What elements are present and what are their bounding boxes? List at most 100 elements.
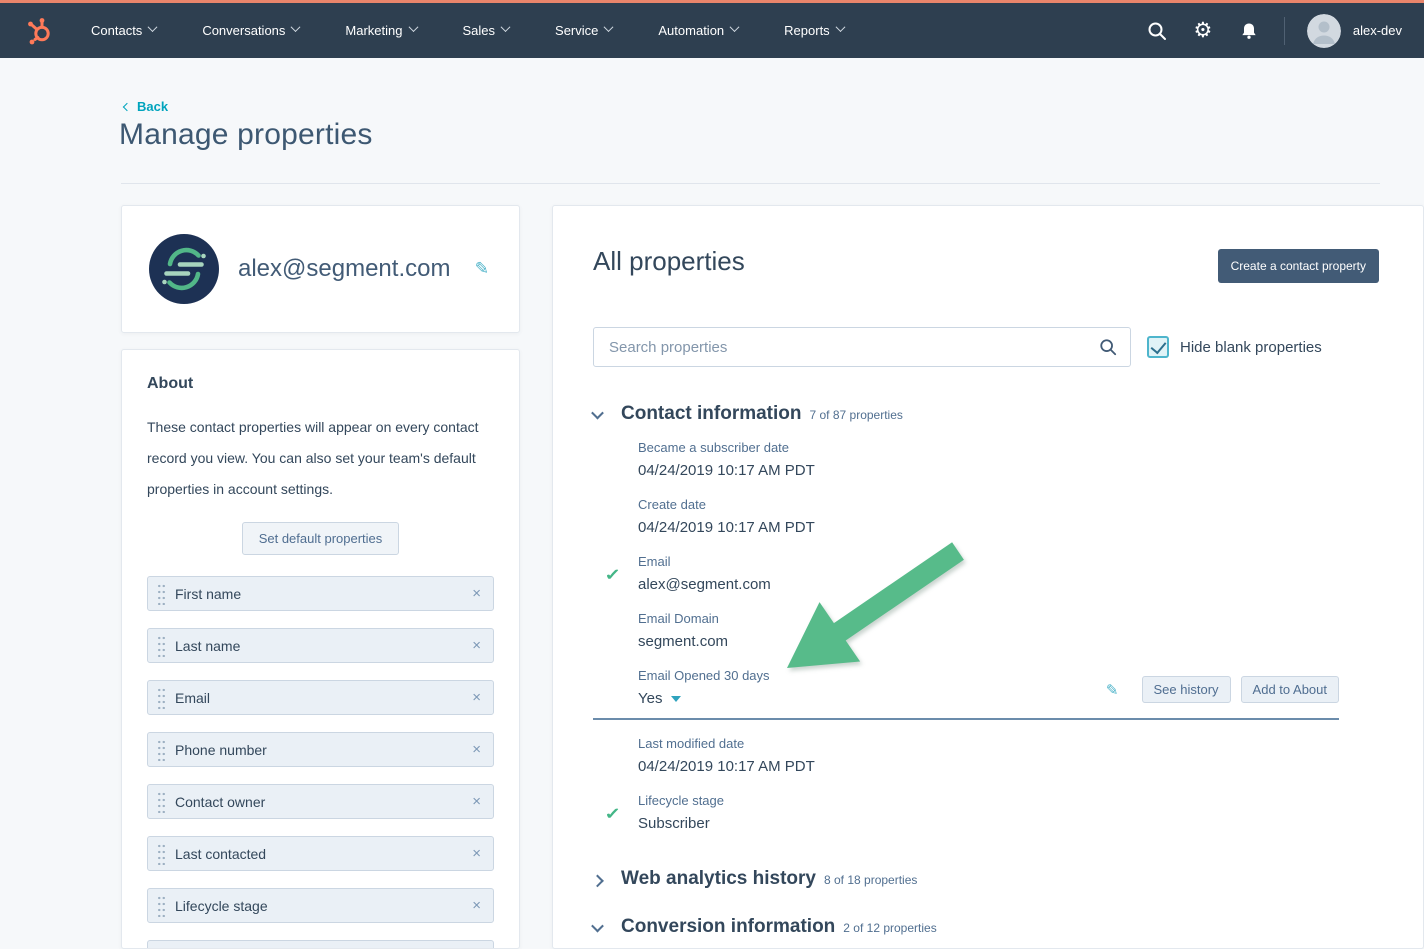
default-property-item-first-name[interactable]: First name× <box>147 576 494 611</box>
avatar[interactable] <box>1307 14 1341 48</box>
section-name: Conversion information <box>621 916 835 938</box>
nav-item-reports[interactable]: Reports <box>761 3 867 58</box>
back-label: Back <box>137 99 168 114</box>
hubspot-logo[interactable] <box>26 16 54 46</box>
property-value-text: 04/24/2019 10:17 AM PDT <box>638 757 815 777</box>
property-value: 04/24/2019 10:17 AM PDT <box>638 757 1339 777</box>
remove-icon[interactable]: × <box>472 638 481 653</box>
chevron-down-icon <box>408 22 418 32</box>
remove-icon[interactable]: × <box>472 586 481 601</box>
see-history-button[interactable]: See history <box>1142 676 1231 703</box>
property-row-lifecycle-stage: ✓Lifecycle stageSubscriber <box>593 793 1339 834</box>
hide-blank-checkbox[interactable] <box>1147 336 1169 358</box>
gear-icon[interactable]: ⚙ <box>1192 20 1214 42</box>
remove-icon[interactable]: × <box>472 846 481 861</box>
drag-handle-icon[interactable] <box>157 582 166 605</box>
search-properties-input[interactable] <box>593 327 1131 367</box>
remove-icon[interactable]: × <box>472 690 481 705</box>
title-divider <box>121 183 1380 184</box>
nav-item-label: Automation <box>658 23 724 38</box>
default-property-label: Contact owner <box>175 794 472 810</box>
default-property-label: Phone number <box>175 742 472 758</box>
default-property-item-email[interactable]: Email× <box>147 680 494 715</box>
all-properties-card: All properties Create a contact property… <box>552 205 1424 949</box>
default-property-item-last-contacted[interactable]: Last contacted× <box>147 836 494 871</box>
default-property-item-last-name[interactable]: Last name× <box>147 628 494 663</box>
default-property-item-partial[interactable]: × <box>147 940 494 949</box>
set-default-properties-button[interactable]: Set default properties <box>242 522 400 555</box>
property-value: Subscriber <box>638 814 1339 834</box>
profile-card: alex@segment.com ✎ <box>121 205 520 333</box>
property-label: Email <box>638 554 1339 570</box>
nav-item-sales[interactable]: Sales <box>440 3 533 58</box>
section-header-web-analytics-history[interactable]: Web analytics history 8 of 18 properties <box>593 868 1339 890</box>
edit-pencil-icon[interactable]: ✎ <box>475 259 489 279</box>
add-to-about-button[interactable]: Add to About <box>1241 676 1339 703</box>
all-properties-title: All properties <box>593 246 745 277</box>
nav-item-label: Service <box>555 23 598 38</box>
drag-handle-icon[interactable] <box>157 738 166 761</box>
nav-item-contacts[interactable]: Contacts <box>68 3 179 58</box>
default-property-item-phone-number[interactable]: Phone number× <box>147 732 494 767</box>
section-header-contact-information[interactable]: Contact information 7 of 87 properties <box>593 403 1339 425</box>
chevron-right-icon[interactable] <box>593 875 611 884</box>
drag-handle-icon[interactable] <box>157 894 166 917</box>
drag-handle-icon[interactable] <box>157 686 166 709</box>
search-icon[interactable] <box>1146 20 1168 42</box>
section-name: Contact information <box>621 403 802 425</box>
property-row-email-domain: Email Domain segment.com <box>593 611 1339 652</box>
property-label: Lifecycle stage <box>638 793 1339 809</box>
nav-item-label: Contacts <box>91 23 142 38</box>
drag-handle-icon[interactable] <box>157 790 166 813</box>
nav-item-label: Marketing <box>345 23 402 38</box>
default-property-item-contact-owner[interactable]: Contact owner× <box>147 784 494 819</box>
nav-divider <box>1284 17 1285 45</box>
section-name: Web analytics history <box>621 868 816 890</box>
property-value-text: alex@segment.com <box>638 575 771 595</box>
nav-right-cluster: ⚙ alex-dev <box>1122 14 1402 48</box>
chevron-down-icon <box>148 22 158 32</box>
edit-pencil-icon[interactable]: ✎ <box>1106 681 1119 699</box>
property-label: Email Domain <box>638 611 1339 627</box>
back-link[interactable]: Back <box>124 99 168 114</box>
nav-item-label: Sales <box>463 23 496 38</box>
section-count: 7 of 87 properties <box>810 408 903 422</box>
remove-icon[interactable]: × <box>472 794 481 809</box>
property-row-create-date: Create date04/24/2019 10:17 AM PDT <box>593 497 1339 538</box>
nav-item-automation[interactable]: Automation <box>635 3 761 58</box>
bell-icon[interactable] <box>1238 20 1260 42</box>
property-value: 04/24/2019 10:17 AM PDT <box>638 461 1339 481</box>
section-body-contact-information: Became a subscriber date04/24/2019 10:17… <box>593 440 1339 834</box>
section-count: 2 of 12 properties <box>843 921 936 935</box>
nav-item-marketing[interactable]: Marketing <box>322 3 439 58</box>
property-value-text: 04/24/2019 10:17 AM PDT <box>638 461 815 481</box>
chevron-down-icon[interactable] <box>671 696 681 702</box>
chevron-down-icon <box>501 22 511 32</box>
property-row-email: ✓Emailalex@segment.com <box>593 554 1339 595</box>
property-value-text: 04/24/2019 10:17 AM PDT <box>638 518 815 538</box>
property-value: alex@segment.com <box>638 575 1339 595</box>
remove-icon[interactable]: × <box>472 742 481 757</box>
drag-handle-icon[interactable] <box>157 842 166 865</box>
chevron-down-icon[interactable] <box>593 923 611 932</box>
chevron-down-icon <box>730 22 740 32</box>
nav-item-service[interactable]: Service <box>532 3 635 58</box>
property-value: segment.com <box>638 632 1339 652</box>
nav-username[interactable]: alex-dev <box>1353 23 1402 38</box>
nav-item-label: Conversations <box>202 23 285 38</box>
property-value: 04/24/2019 10:17 AM PDT <box>638 518 1339 538</box>
section-header-conversion-information[interactable]: Conversion information 2 of 12 properties <box>593 916 1339 938</box>
default-property-item-lifecycle-stage[interactable]: Lifecycle stage× <box>147 888 494 923</box>
drag-handle-icon[interactable] <box>157 634 166 657</box>
create-contact-property-button[interactable]: Create a contact property <box>1218 249 1379 283</box>
property-row-last-modified-date: Last modified date04/24/2019 10:17 AM PD… <box>593 736 1339 777</box>
search-icon <box>1099 338 1117 356</box>
section-count: 8 of 18 properties <box>824 873 917 887</box>
property-value-text: segment.com <box>638 632 728 652</box>
default-property-label: Last name <box>175 638 472 654</box>
nav-item-conversations[interactable]: Conversations <box>179 3 322 58</box>
default-property-label: First name <box>175 586 472 602</box>
default-property-label: Last contacted <box>175 846 472 862</box>
chevron-down-icon[interactable] <box>593 410 611 419</box>
remove-icon[interactable]: × <box>472 898 481 913</box>
